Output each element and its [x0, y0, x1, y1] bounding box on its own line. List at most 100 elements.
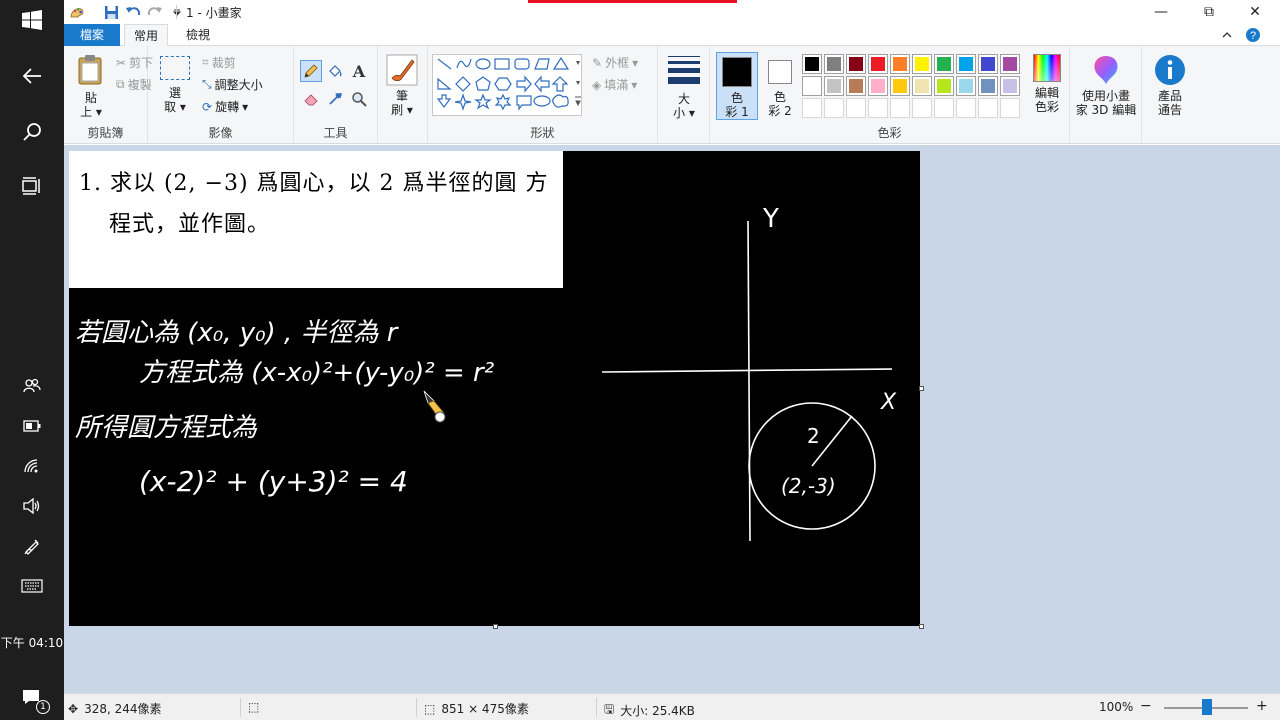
color-swatch[interactable]: [802, 76, 822, 96]
select-button[interactable]: 選 取 ▾: [158, 56, 192, 114]
color-swatch[interactable]: [912, 98, 932, 118]
product-alert-button[interactable]: 產品 通告: [1146, 54, 1194, 117]
color-swatch[interactable]: [846, 98, 866, 118]
pencil-tool[interactable]: [300, 60, 322, 82]
color-swatch[interactable]: [890, 76, 910, 96]
clipboard-group-label: 剪貼簿: [87, 126, 124, 140]
color-swatch-fill: [1003, 57, 1017, 71]
paste-label-1: 貼: [84, 91, 97, 105]
paste-icon: [78, 55, 102, 85]
color-swatch[interactable]: [824, 98, 844, 118]
size-button[interactable]: 大 小 ▾: [666, 56, 702, 120]
color-swatch[interactable]: [890, 54, 910, 74]
wifi-icon: [24, 459, 38, 473]
action-center-button[interactable]: 1: [0, 678, 64, 718]
people-button[interactable]: [0, 366, 64, 406]
resize-button[interactable]: ⤡ 調整大小: [202, 76, 263, 93]
color1-button[interactable]: 色 彩 1: [716, 52, 758, 120]
tab-home[interactable]: 常用: [124, 24, 168, 47]
image-group: 選 取 ▾ ⌗ 裁剪 ⤡ 調整大小 ⟳ 旋轉 ▾ 影像: [148, 46, 294, 144]
color-swatch[interactable]: [846, 76, 866, 96]
color-swatch[interactable]: [956, 76, 976, 96]
shapes-gallery[interactable]: [432, 54, 582, 116]
minimize-button[interactable]: —: [1138, 0, 1184, 24]
color-swatch[interactable]: [934, 76, 954, 96]
windows-start-button[interactable]: [0, 0, 64, 40]
canvas-resize-handle-right[interactable]: [919, 386, 924, 391]
shape-outline-button[interactable]: ✎ 外框 ▾: [592, 54, 638, 71]
color-swatch[interactable]: [1000, 98, 1020, 118]
zoom-slider-thumb[interactable]: [1202, 699, 1212, 715]
color-swatch[interactable]: [824, 76, 844, 96]
drawing-canvas[interactable]: 1. 求以 (2, −3) 爲圓心，以 2 爲半徑的圓 方 程式，並作圖。 若圓…: [69, 151, 920, 626]
clock[interactable]: 下午 04:10: [0, 634, 64, 651]
eraser-tool[interactable]: [300, 88, 322, 110]
collapse-ribbon-icon[interactable]: [1218, 26, 1236, 44]
color-swatch[interactable]: [956, 54, 976, 74]
undo-icon[interactable]: [124, 3, 142, 21]
paint-app-icon[interactable]: [68, 3, 86, 21]
redo-icon[interactable]: [146, 3, 164, 21]
tab-view[interactable]: 檢視: [176, 24, 220, 46]
zoom-out-button[interactable]: −: [1140, 698, 1152, 714]
color-picker-tool[interactable]: [324, 88, 346, 110]
color-swatch-fill: [893, 79, 907, 93]
color-swatch[interactable]: [1000, 76, 1020, 96]
rotate-button[interactable]: ⟳ 旋轉 ▾: [202, 98, 248, 115]
canvas-resize-handle-bottom[interactable]: [493, 624, 498, 629]
color-swatch[interactable]: [890, 98, 910, 118]
text-tool[interactable]: A: [348, 60, 370, 82]
color-swatch[interactable]: [802, 98, 822, 118]
people-icon: [23, 378, 41, 393]
pencil-cursor: [423, 390, 446, 423]
zoom-in-button[interactable]: +: [1256, 698, 1268, 714]
tab-file[interactable]: 檔案: [64, 24, 120, 46]
color-swatch[interactable]: [846, 54, 866, 74]
copy-button[interactable]: ⧉ 複製: [116, 76, 152, 93]
color-swatch[interactable]: [978, 98, 998, 118]
qat-customize-dropdown-icon[interactable]: [168, 3, 186, 21]
y-axis-label: Y: [762, 204, 779, 234]
fill-tool[interactable]: [324, 60, 346, 82]
color2-button[interactable]: 色 彩 2: [762, 52, 798, 120]
task-view-button[interactable]: [0, 166, 64, 206]
pen-workspace-button[interactable]: [0, 526, 64, 566]
shape-fill-button[interactable]: ◈ 填滿 ▾: [592, 76, 637, 93]
touch-keyboard-button[interactable]: [0, 566, 64, 606]
wifi-button[interactable]: [0, 446, 64, 486]
maximize-button[interactable]: ⧉: [1186, 0, 1232, 24]
search-button[interactable]: [0, 112, 64, 152]
color-swatch[interactable]: [934, 54, 954, 74]
paint3d-icon: [1094, 56, 1118, 84]
color-swatch[interactable]: [978, 54, 998, 74]
handwriting-line-1: 若圓心為 (x₀, y₀) , 半徑為 r: [75, 318, 400, 348]
color-swatch[interactable]: [824, 54, 844, 74]
text-icon: A: [352, 61, 366, 81]
color-swatch[interactable]: [868, 54, 888, 74]
volume-button[interactable]: [0, 486, 64, 526]
battery-button[interactable]: [0, 406, 64, 446]
color2-swatch: [768, 60, 792, 84]
brushes-button[interactable]: 筆 刷 ▾: [384, 54, 420, 117]
color-swatch[interactable]: [912, 76, 932, 96]
help-icon[interactable]: ?: [1244, 26, 1262, 44]
color-swatch[interactable]: [912, 54, 932, 74]
color-swatch[interactable]: [978, 76, 998, 96]
close-button[interactable]: ✕: [1232, 0, 1278, 24]
color-swatch[interactable]: [956, 98, 976, 118]
color-swatch[interactable]: [802, 54, 822, 74]
status-separator: [416, 698, 417, 717]
magnifier-tool[interactable]: [348, 88, 370, 110]
color-swatch[interactable]: [934, 98, 954, 118]
paste-button[interactable]: 貼 上 ▾: [74, 54, 108, 119]
save-icon[interactable]: [102, 3, 120, 21]
color-swatch[interactable]: [868, 76, 888, 96]
task-view-icon: [22, 177, 40, 195]
edit-colors-button[interactable]: 編輯 色彩: [1026, 54, 1068, 114]
color-swatch[interactable]: [868, 98, 888, 118]
color-swatch[interactable]: [1000, 54, 1020, 74]
edit-with-paint3d-button[interactable]: 使用小畫 家 3D 編輯: [1072, 54, 1140, 117]
canvas-resize-handle-corner[interactable]: [919, 624, 924, 629]
crop-button[interactable]: ⌗ 裁剪: [202, 54, 236, 71]
back-button[interactable]: [0, 56, 64, 96]
